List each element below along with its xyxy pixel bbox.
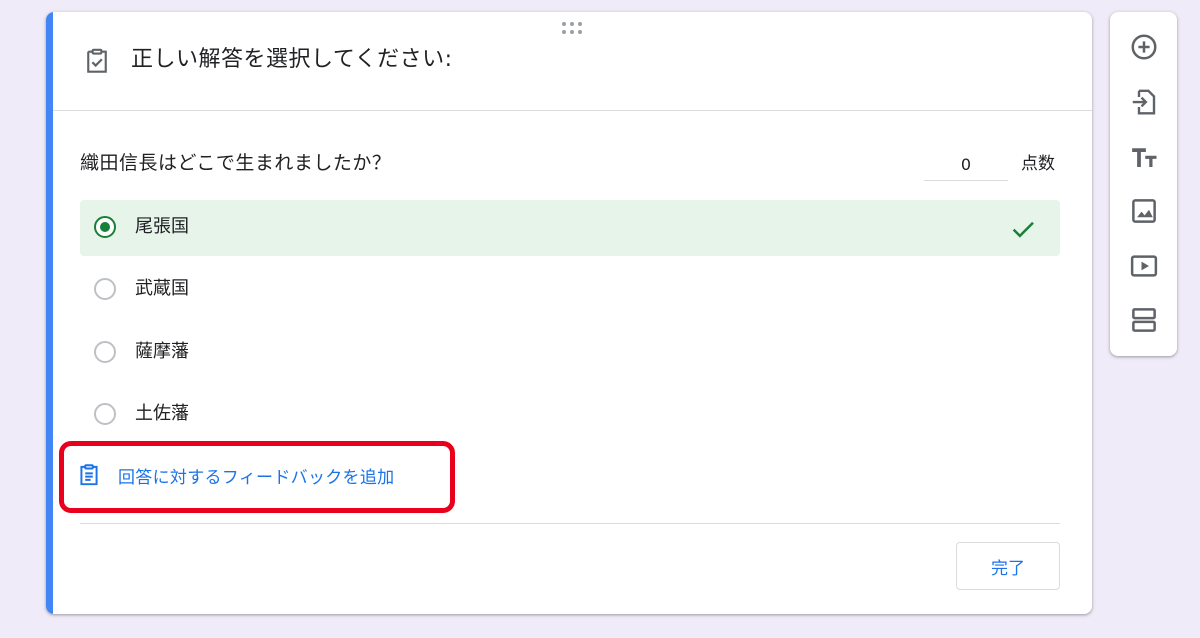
add-feedback-link[interactable]: 回答に対するフィードバックを追加 [76, 455, 394, 495]
radio-button[interactable] [94, 341, 116, 363]
import-questions-button[interactable] [1126, 84, 1162, 120]
radio-button[interactable] [94, 278, 116, 300]
answer-key-header: 正しい解答を選択してください: [53, 12, 1092, 111]
done-button[interactable]: 完了 [956, 542, 1060, 590]
option-satsuma[interactable]: 薩摩藩 [80, 325, 1060, 381]
points-input[interactable] [924, 148, 1008, 181]
option-label: 尾張国 [135, 216, 189, 237]
add-section-icon [1132, 308, 1156, 332]
import-questions-icon [1132, 89, 1156, 115]
floating-toolbar [1110, 12, 1177, 356]
option-musashi[interactable]: 武蔵国 [80, 262, 1060, 318]
radio-button[interactable] [94, 403, 116, 425]
option-label: 武蔵国 [135, 278, 189, 299]
feedback-clipboard-icon [80, 464, 98, 486]
card-accent-bar [46, 12, 53, 614]
check-icon [1012, 221, 1034, 238]
add-question-button[interactable] [1126, 29, 1162, 65]
option-owari[interactable]: 尾張国 [80, 200, 1060, 256]
option-label: 土佐藩 [135, 403, 189, 424]
assignment-check-icon [87, 48, 107, 73]
add-video-button[interactable] [1126, 248, 1162, 284]
question-card: 正しい解答を選択してください: 織田信長はどこで生まれましたか？ 点数 尾張国 … [46, 12, 1092, 614]
add-feedback-label: 回答に対するフィードバックを追加 [118, 467, 395, 488]
add-section-button[interactable] [1126, 302, 1162, 338]
points-label: 点数 [1021, 154, 1055, 174]
add-title-icon [1132, 148, 1157, 167]
page-title: 正しい解答を選択してください: [131, 47, 453, 72]
add-image-icon [1132, 199, 1156, 223]
option-tosa[interactable]: 土佐藩 [80, 387, 1060, 443]
add-question-icon [1131, 34, 1157, 60]
add-image-button[interactable] [1126, 193, 1162, 229]
footer-divider [80, 523, 1060, 524]
add-video-icon [1130, 255, 1158, 277]
question-text: 織田信長はどこで生まれましたか？ [80, 152, 392, 174]
option-label: 薩摩藩 [135, 341, 189, 362]
radio-button-checked[interactable] [94, 216, 116, 238]
add-title-button[interactable] [1126, 139, 1162, 175]
